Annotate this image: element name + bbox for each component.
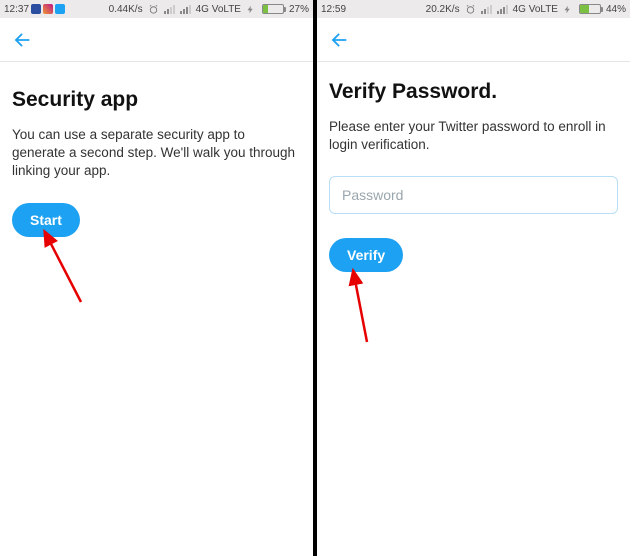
- back-arrow-icon: [11, 29, 33, 51]
- app-header: [0, 18, 313, 62]
- page-desc: Please enter your Twitter password to en…: [329, 118, 618, 154]
- instagram-icon: [43, 4, 53, 14]
- status-time: 12:59: [321, 4, 346, 15]
- alarm-icon: [465, 4, 476, 15]
- battery-pct: 27%: [289, 4, 309, 15]
- app-header: [317, 18, 630, 62]
- twitter-icon: [55, 4, 65, 14]
- signal-icon: [481, 4, 492, 14]
- alarm-icon: [148, 4, 159, 15]
- charging-icon: [563, 4, 574, 15]
- page-title: Security app: [12, 88, 301, 112]
- signal-icon: [497, 4, 508, 14]
- status-speed: 20.2K/s: [426, 4, 460, 15]
- status-speed: 0.44K/s: [109, 4, 143, 15]
- password-input[interactable]: [329, 176, 618, 214]
- content: Verify Password. Please enter your Twitt…: [317, 62, 630, 272]
- back-button[interactable]: [325, 26, 353, 54]
- back-arrow-icon: [328, 29, 350, 51]
- phone-left: 12:37 0.44K/s 4G VoLTE 27% Security app …: [0, 0, 313, 556]
- phone-right: 12:59 20.2K/s 4G VoLTE 44% Verify Passwo…: [317, 0, 630, 556]
- back-button[interactable]: [8, 26, 36, 54]
- network-label: 4G VoLTE: [513, 4, 558, 15]
- network-label: 4G VoLTE: [196, 4, 241, 15]
- status-time: 12:37: [4, 4, 29, 15]
- app-badge-icon: [31, 4, 41, 14]
- status-bar: 12:59 20.2K/s 4G VoLTE 44%: [317, 0, 630, 18]
- charging-icon: [246, 4, 257, 15]
- page-title: Verify Password.: [329, 80, 618, 104]
- page-desc: You can use a separate security app to g…: [12, 126, 301, 181]
- signal-icon: [180, 4, 191, 14]
- battery-icon: [262, 4, 284, 14]
- status-bar: 12:37 0.44K/s 4G VoLTE 27%: [0, 0, 313, 18]
- content: Security app You can use a separate secu…: [0, 62, 313, 237]
- start-button[interactable]: Start: [12, 203, 80, 237]
- battery-pct: 44%: [606, 4, 626, 15]
- verify-button[interactable]: Verify: [329, 238, 403, 272]
- annotation-arrow-icon: [335, 262, 395, 352]
- battery-icon: [579, 4, 601, 14]
- signal-icon: [164, 4, 175, 14]
